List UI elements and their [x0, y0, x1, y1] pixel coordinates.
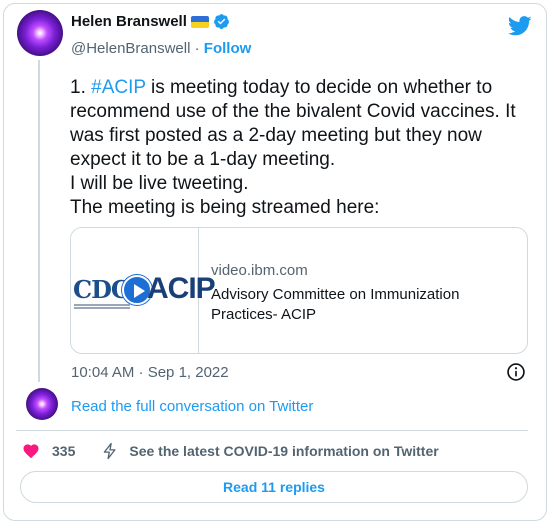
separator-dot: ·: [190, 40, 204, 57]
acip-logo-text: ACIP: [147, 272, 216, 305]
lightning-icon: [104, 442, 116, 460]
divider: [16, 430, 528, 431]
read-conversation-link[interactable]: Read the full conversation on Twitter: [71, 398, 313, 415]
follow-button[interactable]: Follow: [204, 40, 252, 57]
link-preview-card[interactable]: CDC ACIP video.ibm.com Advisory Committe…: [70, 227, 528, 354]
twitter-bird-icon[interactable]: [508, 16, 532, 36]
thread-line: [38, 60, 40, 382]
conversation-avatar: [26, 388, 58, 420]
author-avatar[interactable]: [17, 10, 63, 56]
covid-info-link[interactable]: See the latest COVID-19 information on T…: [101, 442, 439, 460]
tweet-actions: 335 See the latest COVID-19 information …: [22, 442, 439, 460]
covid-info-label: See the latest COVID-19 information on T…: [129, 443, 439, 459]
info-icon[interactable]: [506, 362, 526, 382]
tweet-timestamp[interactable]: 10:04 AM · Sep 1, 2022: [71, 364, 229, 381]
ukraine-flag-icon: [190, 15, 209, 28]
cdc-logo-subtitle: [74, 304, 130, 312]
link-title: Advisory Committee on Immunization Pract…: [211, 286, 460, 323]
link-meta: video.ibm.com Advisory Committee on Immu…: [199, 228, 511, 353]
author-display-name[interactable]: Helen Branswell: [71, 13, 187, 30]
hashtag-link[interactable]: #ACIP: [91, 77, 146, 98]
read-replies-button[interactable]: Read 11 replies: [20, 471, 528, 503]
tweet-body: is meeting today to decide on whether to…: [70, 77, 516, 218]
like-count: 335: [52, 443, 76, 459]
like-button[interactable]: 335: [22, 442, 75, 460]
tweet-prefix: 1.: [70, 77, 92, 98]
link-domain: video.ibm.com: [211, 262, 308, 279]
tweet-text: 1. #ACIP is meeting today to decide on w…: [70, 76, 540, 220]
link-thumbnail: CDC ACIP: [71, 228, 216, 353]
verified-badge-icon: [213, 14, 229, 29]
heart-icon: [23, 444, 39, 459]
author-handle[interactable]: @HelenBranswell: [71, 40, 190, 57]
author-name-row[interactable]: Helen Branswell: [71, 13, 230, 30]
cdc-logo-text: CDC: [73, 275, 130, 304]
author-handle-row: @HelenBranswell · Follow: [71, 40, 251, 57]
